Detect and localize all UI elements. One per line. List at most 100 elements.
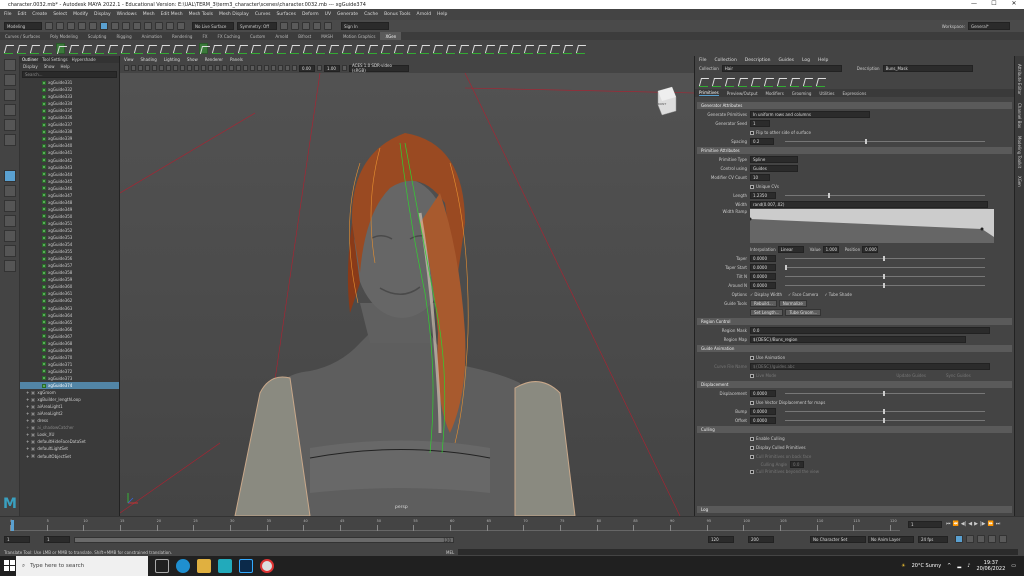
interpolation-dropdown[interactable]: Linear <box>777 246 804 253</box>
tube-groom-button[interactable]: Tube Groom... <box>785 309 822 316</box>
menu-edit[interactable]: Edit <box>18 12 27 17</box>
motion-blur-icon[interactable] <box>243 65 248 71</box>
outliner-item[interactable]: + ai_shadowCatcher <box>20 424 119 431</box>
normalize-button[interactable]: Normalize <box>778 300 807 307</box>
cull-beyond-checkbox[interactable] <box>750 469 754 474</box>
shelf-tab-sculpting[interactable]: Sculpting <box>83 32 112 40</box>
outliner-item[interactable]: xgGuide367 <box>20 333 119 340</box>
four-view-icon[interactable] <box>4 185 16 197</box>
expand-icon[interactable]: + <box>26 404 29 409</box>
go-to-end-icon[interactable]: ⏭ <box>996 521 1001 527</box>
update-guides-button[interactable]: Update Guides <box>896 373 926 378</box>
select-hierarchy-icon[interactable] <box>100 22 108 30</box>
outliner-item[interactable]: + dress <box>20 417 119 424</box>
spacing-slider-knob[interactable] <box>865 139 867 144</box>
outliner-item[interactable]: + aiAreaLight2 <box>20 410 119 417</box>
outliner-item[interactable]: xgGuide362 <box>20 297 119 304</box>
outliner-item[interactable]: + aiAreaLight1 <box>20 403 119 410</box>
outliner-item[interactable]: xgGuide349 <box>20 206 119 213</box>
outliner-item[interactable]: xgGuide357 <box>20 262 119 269</box>
loop-icon[interactable] <box>955 535 963 543</box>
menu-generate[interactable]: Generate <box>337 12 358 17</box>
outliner-item[interactable]: xgGuide341 <box>20 149 119 156</box>
taper-start-field[interactable]: 0.0000 <box>750 264 776 271</box>
outliner-menu-help[interactable]: Help <box>61 64 70 69</box>
ao-icon[interactable] <box>236 65 241 71</box>
menu-windows[interactable]: Windows <box>117 12 137 17</box>
outliner-menu-display[interactable]: Display <box>23 64 38 69</box>
bookmark-icon[interactable] <box>138 65 143 71</box>
taper-slider[interactable] <box>785 258 985 259</box>
expand-icon[interactable]: + <box>26 446 29 451</box>
gamma-icon[interactable] <box>317 65 322 71</box>
shelf-tab-animation[interactable]: Animation <box>137 32 167 40</box>
outliner-item[interactable]: xgGuide335 <box>20 107 119 114</box>
coil-icon[interactable] <box>160 43 169 54</box>
shelf-tab-rigging[interactable]: Rigging <box>111 32 136 40</box>
material-icon[interactable] <box>524 43 533 54</box>
outliner-item[interactable]: xgGuide372 <box>20 368 119 375</box>
image-plane-icon[interactable] <box>145 65 150 71</box>
expand-icon[interactable]: + <box>26 454 29 459</box>
add-guide-icon[interactable] <box>82 43 91 54</box>
outliner-item[interactable]: xgGuide348 <box>20 199 119 206</box>
primitive-section-header[interactable]: Primitive Attributes <box>697 147 1012 154</box>
xgen-library-icon[interactable] <box>56 42 65 54</box>
snap-curve-icon[interactable] <box>144 22 152 30</box>
menu-select[interactable]: Select <box>53 12 67 17</box>
side-tab-xgen[interactable]: XGen <box>1017 176 1022 187</box>
outliner-item[interactable]: xgGuide366 <box>20 326 119 333</box>
safe-action-icon[interactable] <box>187 65 192 71</box>
shelf-tab-motion-graphics[interactable]: Motion Graphics <box>338 32 381 40</box>
outliner-item[interactable]: xgGuide331 <box>20 79 119 86</box>
menu-curves[interactable]: Curves <box>255 12 271 17</box>
culling-angle-field[interactable]: 0.0 <box>790 461 804 468</box>
outliner-item[interactable]: xgGuide345 <box>20 178 119 185</box>
outliner-item[interactable]: xgGuide338 <box>20 128 119 135</box>
outliner-item[interactable]: xgGuide352 <box>20 227 119 234</box>
cache-icon[interactable] <box>407 43 416 54</box>
weather-icon[interactable]: ☀ <box>901 563 905 569</box>
menu-bonus-tools[interactable]: Bonus Tools <box>384 12 410 17</box>
resolution-gate-icon[interactable] <box>166 65 171 71</box>
outliner-item[interactable]: xgGuide360 <box>20 283 119 290</box>
view-cube[interactable] <box>657 86 677 116</box>
xgen-menu-file[interactable]: File <box>699 58 707 63</box>
lock-camera-icon[interactable] <box>131 65 136 71</box>
shelf-tab-custom[interactable]: Custom <box>245 32 270 40</box>
character-set-dropdown[interactable]: No Character Set <box>810 536 866 543</box>
anti-alias-icon[interactable] <box>250 65 255 71</box>
menu-cache[interactable]: Cache <box>364 12 378 17</box>
menu-mesh-display[interactable]: Mesh Display <box>219 12 249 17</box>
shadows-icon[interactable] <box>229 65 234 71</box>
step-back-key-icon[interactable]: ⏪ <box>953 521 959 527</box>
photoshop-icon[interactable] <box>239 559 253 573</box>
interactive-groom-icon[interactable] <box>381 43 390 54</box>
fps-dropdown[interactable]: 24 fps <box>918 536 948 543</box>
taper-field[interactable]: 0.0000 <box>750 255 776 262</box>
grid-icon[interactable] <box>152 65 157 71</box>
render-icon[interactable] <box>511 43 520 54</box>
anim-layer-dropdown[interactable]: No Anim Layer <box>868 536 914 543</box>
edge-icon[interactable] <box>176 559 190 573</box>
expand-icon[interactable]: + <box>26 411 29 416</box>
xgen-menu-guides[interactable]: Guides <box>778 58 794 63</box>
control-using-dropdown[interactable]: Guides <box>750 165 798 172</box>
tab-preview-output[interactable]: Preview/Output <box>727 91 758 96</box>
bump-slider-knob[interactable] <box>883 409 885 414</box>
paint-select-icon[interactable] <box>4 89 16 101</box>
length-slider-knob[interactable] <box>828 193 830 198</box>
cut-icon[interactable] <box>134 43 143 54</box>
xgen-menu-description[interactable]: Description <box>745 58 771 63</box>
menu-edit-mesh[interactable]: Edit Mesh <box>161 12 183 17</box>
freeze-icon[interactable] <box>225 43 234 54</box>
outliner-item[interactable]: xgGuide356 <box>20 255 119 262</box>
menu-modify[interactable]: Modify <box>73 12 88 17</box>
redo-icon[interactable] <box>89 22 97 30</box>
outliner-item[interactable]: xgGuide368 <box>20 340 119 347</box>
outliner-item[interactable]: xgGuide336 <box>20 114 119 121</box>
outliner-item[interactable]: xgGuide361 <box>20 290 119 297</box>
shelf-tab-curves-surfaces[interactable]: Curves / Surfaces <box>0 32 45 40</box>
spacing-field[interactable]: 0.2 <box>750 138 774 145</box>
import-collection-icon[interactable] <box>30 43 39 54</box>
